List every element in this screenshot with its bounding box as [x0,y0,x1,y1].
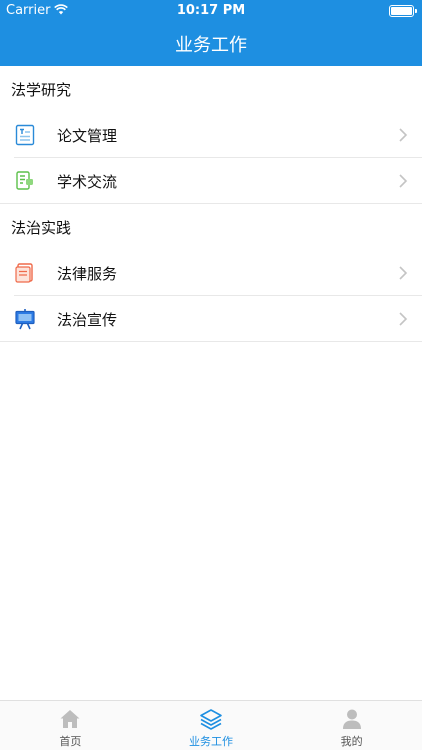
layers-icon [200,709,222,730]
chevron-right-icon [398,311,408,327]
service-document-icon [14,262,36,284]
tab-bar: 首页 业务工作 我的 [0,700,422,750]
tab-label: 首页 [59,735,82,748]
row-separator [0,203,422,204]
list-item-legal-publicity[interactable]: 法治宣传 [0,296,422,342]
list-item-legal-services[interactable]: 法律服务 [0,250,422,296]
chevron-right-icon [398,127,408,143]
list-item-label: 论文管理 [57,126,118,145]
person-icon [342,709,361,729]
tab-label: 我的 [340,735,363,748]
chevron-right-icon [398,265,408,281]
tab-mine[interactable]: 我的 [281,701,422,750]
row-separator [0,341,422,342]
section-header-legal-research: 法学研究 [11,80,72,99]
list-item-label: 法律服务 [57,264,118,283]
list-item-paper-management[interactable]: 论文管理 [0,112,422,158]
home-icon [60,710,80,728]
nav-bar: 业务工作 [0,22,422,66]
page-title: 业务工作 [175,35,247,56]
tab-home[interactable]: 首页 [0,701,141,750]
status-bar: Carrier 10:17 PM [0,0,422,22]
presentation-board-icon [14,308,36,330]
tab-label: 业务工作 [189,735,233,748]
battery-icon [389,5,417,17]
status-time: 10:17 PM [176,3,246,18]
chevron-right-icon [398,173,408,189]
list-item-label: 学术交流 [57,172,118,191]
section-header-rule-of-law-practice: 法治实践 [11,218,72,237]
content: 法学研究 论文管理 学术交流 法治实践 法律服务 法治宣传 [0,66,422,342]
tab-business[interactable]: 业务工作 [141,701,282,750]
list-item-label: 法治宣传 [57,310,118,329]
document-text-icon [14,124,36,146]
chat-document-icon [14,170,36,192]
list-item-academic-exchange[interactable]: 学术交流 [0,158,422,204]
top-bar: Carrier 10:17 PM 业务工作 [0,0,422,66]
